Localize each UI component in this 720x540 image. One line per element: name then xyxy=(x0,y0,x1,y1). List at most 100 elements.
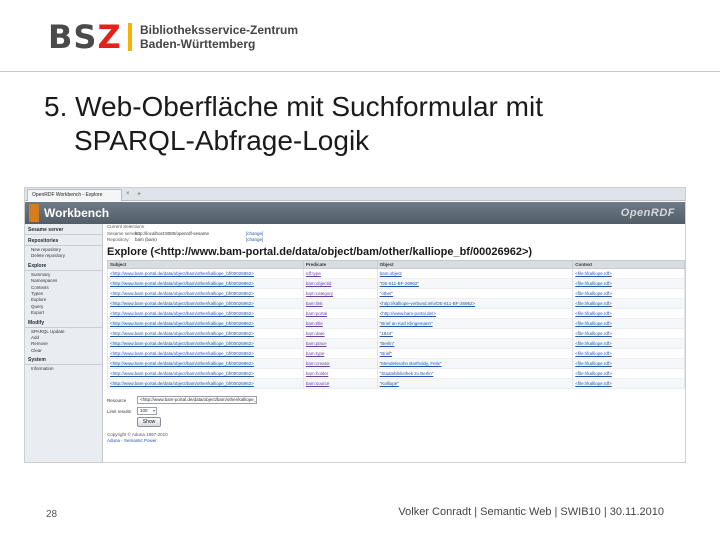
table-row: <http://www.bam-portal.de/data/object/ba… xyxy=(107,298,685,309)
selection-value: bam (bam) xyxy=(135,237,157,242)
table-cell-subject[interactable]: <http://www.bam-portal.de/data/object/ba… xyxy=(107,268,304,279)
workbench-title: Workbench xyxy=(44,206,110,220)
sidebar-heading[interactable]: Explore xyxy=(25,263,102,271)
table-cell-predicate[interactable]: bam:holder xyxy=(302,368,378,379)
table-cell-predicate[interactable]: bam:portal xyxy=(302,308,378,319)
sidebar-item[interactable]: Export xyxy=(25,310,102,316)
table-row: <http://www.bam-portal.de/data/object/ba… xyxy=(107,268,685,279)
table-row: <http://www.bam-portal.de/data/object/ba… xyxy=(107,348,685,359)
table-cell-context[interactable]: <file://kalliope.rdf> xyxy=(572,298,685,309)
table-cell-predicate[interactable]: bam:date xyxy=(302,328,378,339)
table-row: <http://www.bam-portal.de/data/object/ba… xyxy=(107,368,685,379)
slide-footer: Volker Conradt | Semantic Web | SWIB10 |… xyxy=(398,506,664,518)
table-cell-subject[interactable]: <http://www.bam-portal.de/data/object/ba… xyxy=(107,308,304,319)
table-cell-object[interactable]: "1844" xyxy=(376,328,574,339)
sidebar-section: Sesame server xyxy=(25,227,102,235)
table-cell-context[interactable]: <file://kalliope.rdf> xyxy=(572,368,685,379)
table-cell-subject[interactable]: <http://www.bam-portal.de/data/object/ba… xyxy=(107,378,304,389)
slide-title-line-1: 5. Web-Oberfläche mit Suchformular mit xyxy=(44,91,543,122)
table-cell-predicate[interactable]: rdf:type xyxy=(302,268,378,279)
table-cell-object[interactable]: "Berlin" xyxy=(376,338,574,349)
table-row: <http://www.bam-portal.de/data/object/ba… xyxy=(107,318,685,329)
table-cell-context[interactable]: <file://kalliope.rdf> xyxy=(572,338,685,349)
table-cell-context[interactable]: <file://kalliope.rdf> xyxy=(572,278,685,289)
sidebar-heading[interactable]: System xyxy=(25,357,102,366)
limit-label: Limit results xyxy=(107,408,132,414)
table-cell-subject[interactable]: <http://www.bam-portal.de/data/object/ba… xyxy=(107,358,304,369)
page-number: 28 xyxy=(46,509,58,520)
sidebar-item[interactable]: Delete repository xyxy=(25,253,102,259)
table-cell-context[interactable]: <file://kalliope.rdf> xyxy=(572,378,685,389)
sidebar-heading[interactable]: Repositories xyxy=(25,238,102,246)
table-cell-object[interactable]: "Staatsbibliothek zu Berlin" xyxy=(376,368,574,379)
table-cell-object[interactable]: "Brief an Karl Klingemann" xyxy=(376,318,574,329)
column-header[interactable]: Subject xyxy=(107,260,304,269)
table-cell-predicate[interactable]: bam:creator xyxy=(302,358,378,369)
workbench-sidebar: Sesame server Repositories New repository D… xyxy=(25,224,103,462)
sidebar-item[interactable]: Clear xyxy=(25,348,102,354)
table-cell-predicate[interactable]: bam:source xyxy=(302,378,378,389)
table-cell-object[interactable]: "other" xyxy=(376,288,574,299)
change-link[interactable]: [change] xyxy=(246,237,263,244)
table-cell-object[interactable]: "Mendelssohn Bartholdy, Felix" xyxy=(376,358,574,369)
table-cell-object[interactable]: bam:object xyxy=(376,268,574,279)
table-cell-subject[interactable]: <http://www.bam-portal.de/data/object/ba… xyxy=(107,348,304,359)
logo-line-2: Baden-Württemberg xyxy=(140,37,256,51)
table-cell-object[interactable]: "DE-611-BF-26962" xyxy=(376,278,574,289)
table-cell-object[interactable]: <http://www.bam-portal.de/> xyxy=(376,308,574,319)
logo-line-1: Bibliotheksservice-Zentrum xyxy=(140,23,299,37)
column-header[interactable]: Context xyxy=(572,260,685,269)
limit-select[interactable]: 100 ▾ xyxy=(137,407,157,415)
workbench-banner: Workbench OpenRDF xyxy=(25,202,685,224)
table-cell-predicate[interactable]: bam:type xyxy=(302,348,378,359)
limit-row: Limit results 100 ▾ xyxy=(107,406,157,416)
resource-input[interactable]: <http://www.bam-portal.de/data/object/ba… xyxy=(137,396,257,404)
new-tab-icon[interactable]: + xyxy=(137,190,141,199)
workbench-footer-link[interactable]: Aduna - Semantic Power xyxy=(107,438,157,444)
table-cell-predicate[interactable]: bam:link xyxy=(302,298,378,309)
logo-wordmark: BSZ xyxy=(48,18,122,56)
table-cell-object[interactable]: "Kalliope" xyxy=(376,378,574,389)
sidebar-item[interactable]: Information xyxy=(25,366,102,372)
close-tab-icon[interactable]: × xyxy=(126,190,130,199)
table-cell-predicate[interactable]: bam:title xyxy=(302,318,378,329)
table-cell-context[interactable]: <file://kalliope.rdf> xyxy=(572,268,685,279)
openrdf-brand: OpenRDF xyxy=(620,207,675,219)
table-cell-predicate[interactable]: bam:category xyxy=(302,288,378,299)
browser-tab[interactable]: OpenRDF Workbench - Explore xyxy=(27,189,122,201)
table-row: <http://www.bam-portal.de/data/object/ba… xyxy=(107,308,685,319)
table-cell-context[interactable]: <file://kalliope.rdf> xyxy=(572,348,685,359)
column-header[interactable]: Predicate xyxy=(302,260,378,269)
table-cell-context[interactable]: <file://kalliope.rdf> xyxy=(572,328,685,339)
table-cell-subject[interactable]: <http://www.bam-portal.de/data/object/ba… xyxy=(107,328,304,339)
show-button[interactable]: Show xyxy=(137,417,161,427)
sidebar-heading[interactable]: Sesame server xyxy=(25,227,102,235)
workbench-logo-icon xyxy=(29,204,39,222)
table-cell-subject[interactable]: <http://www.bam-portal.de/data/object/ba… xyxy=(107,298,304,309)
slide-title-line-2: SPARQL-Abfrage-Logik xyxy=(74,125,370,156)
table-cell-predicate[interactable]: bam:objectid xyxy=(302,278,378,289)
table-cell-context[interactable]: <file://kalliope.rdf> xyxy=(572,288,685,299)
table-cell-context[interactable]: <file://kalliope.rdf> xyxy=(572,358,685,369)
table-cell-subject[interactable]: <http://www.bam-portal.de/data/object/ba… xyxy=(107,318,304,329)
sidebar-section: System Information xyxy=(25,357,102,372)
table-cell-subject[interactable]: <http://www.bam-portal.de/data/object/ba… xyxy=(107,368,304,379)
current-selections: Current Selections Sesame server: http://l… xyxy=(107,224,685,244)
table-row: <http://www.bam-portal.de/data/object/ba… xyxy=(107,378,685,389)
table-cell-context[interactable]: <file://kalliope.rdf> xyxy=(572,318,685,329)
logo-accent-bar xyxy=(128,23,132,51)
table-cell-subject[interactable]: <http://www.bam-portal.de/data/object/ba… xyxy=(107,278,304,289)
table-cell-subject[interactable]: <http://www.bam-portal.de/data/object/ba… xyxy=(107,338,304,349)
table-cell-object[interactable]: <http://kalliope-verbund.info/DE-611-BF-… xyxy=(376,298,574,309)
table-cell-predicate[interactable]: bam:place xyxy=(302,338,378,349)
chevron-down-icon: ▾ xyxy=(152,408,155,413)
sidebar-heading[interactable]: Modify xyxy=(25,320,102,328)
table-cell-subject[interactable]: <http://www.bam-portal.de/data/object/ba… xyxy=(107,288,304,299)
table-cell-context[interactable]: <file://kalliope.rdf> xyxy=(572,308,685,319)
table-row: <http://www.bam-portal.de/data/object/ba… xyxy=(107,328,685,339)
table-cell-object[interactable]: "Brief" xyxy=(376,348,574,359)
column-header[interactable]: Object xyxy=(376,260,574,269)
sidebar-section: Modify SPARQL Update Add Remove Clear xyxy=(25,320,102,355)
explore-table: Subject Predicate Object Context <http://ww… xyxy=(107,260,685,389)
explore-heading: Explore (<http://www.bam-portal.de/data/… xyxy=(107,246,533,258)
